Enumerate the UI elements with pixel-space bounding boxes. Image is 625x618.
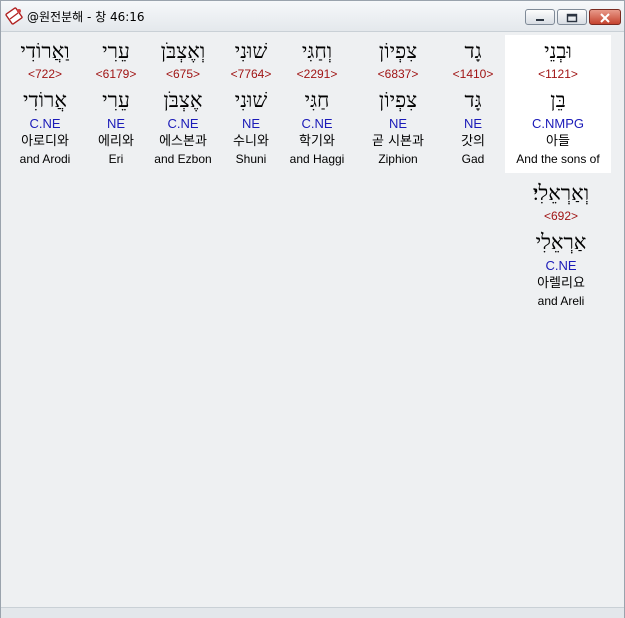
strong-number-link[interactable]: <6179> [85, 66, 147, 82]
hebrew-word: וּבְנֵי [544, 39, 572, 63]
strong-number-link[interactable]: <675> [147, 66, 219, 82]
english-gloss: and Haggi [289, 152, 345, 166]
morphology-code: C.NE [301, 116, 333, 131]
hebrew-lemma: אַרְאֵלִי [535, 230, 587, 254]
word-column-0[interactable]: וּבְנֵי <1121> בֵּן C.NMPG 아들 And the so… [505, 35, 611, 173]
minimize-button[interactable] [525, 9, 555, 25]
hebrew-lemma: עֵרִי [102, 88, 130, 112]
word-column-4[interactable]: שׁוּנִי <7764> שׁוּנִי NE 수니와 Shuni [221, 35, 281, 173]
window-bottom-border [1, 607, 624, 618]
close-icon [600, 13, 610, 23]
english-gloss: And the sons of [516, 152, 600, 166]
maximize-button[interactable] [557, 9, 587, 25]
bible-book-icon [5, 7, 23, 25]
app-window: @원전분해 - 창 46:16 וּבְנֵי <1121> בֵּן C.NM… [0, 0, 625, 618]
korean-gloss: 에리와 [98, 134, 134, 149]
morphology-code: C.NMPG [532, 116, 584, 131]
korean-gloss: 아렐리요 [537, 276, 585, 291]
english-gloss: and Areli [537, 294, 585, 308]
strong-number-link[interactable]: <722> [7, 66, 83, 82]
word-column-1[interactable]: גָד <1410> גָּד NE 갓의 Gad [437, 35, 509, 173]
strong-number-link[interactable]: <2291> [282, 66, 352, 82]
strong-number-link[interactable]: <1121> [505, 66, 611, 82]
close-button[interactable] [589, 9, 621, 25]
morphology-code: NE [106, 116, 126, 131]
korean-gloss: 아들 [546, 134, 570, 149]
word-column-3[interactable]: וְחַגִּי <2291> חַגִּי C.NE 학기와 and Hagg… [282, 35, 352, 173]
hebrew-lemma: צִפְיוֹן [378, 88, 418, 112]
word-column-2[interactable]: צִפְיוֹן <6837> צִפְיוֹן NE 곧 시뵨과 Ziphio… [357, 35, 439, 173]
word-column-8[interactable]: וְאַרְאֵלִי׃ <692> אַרְאֵלִי C.NE 아렐리요 a… [513, 177, 609, 309]
morphology-code: C.NE [29, 116, 61, 131]
morphology-code: NE [241, 116, 261, 131]
word-column-7[interactable]: וַאֲרוֹדִי <722> אֲרוֹדִי C.NE 아로디와 and … [7, 35, 83, 173]
strong-number-link[interactable]: <7764> [221, 66, 281, 82]
hebrew-lemma: אֶצְבֹּן [163, 88, 203, 112]
korean-gloss: 학기와 [299, 134, 335, 149]
morphology-code: C.NE [545, 258, 577, 273]
morphology-code: NE [388, 116, 408, 131]
hebrew-lemma: חַגִּי [304, 88, 330, 112]
strong-number-link[interactable]: <1410> [437, 66, 509, 82]
hebrew-word: וַאֲרוֹדִי [20, 39, 70, 63]
hebrew-word: עֵרִי [102, 39, 130, 63]
english-gloss: Shuni [235, 152, 267, 166]
interlinear-panel: וּבְנֵי <1121> בֵּן C.NMPG 아들 And the so… [5, 32, 620, 607]
english-gloss: Gad [461, 152, 485, 166]
english-gloss: Eri [108, 152, 124, 166]
morphology-code: NE [463, 116, 483, 131]
word-column-5[interactable]: וְאֶצְבֹּן <675> אֶצְבֹּן C.NE 에스본과 and … [147, 35, 219, 173]
word-column-6[interactable]: עֵרִי <6179> עֵרִי NE 에리와 Eri [85, 35, 147, 173]
hebrew-lemma: גָּד [464, 88, 482, 112]
hebrew-word: וְאֶצְבֹּן [160, 39, 206, 63]
korean-gloss: 곧 시뵨과 [372, 134, 424, 149]
maximize-icon [566, 13, 578, 23]
morphology-code: C.NE [167, 116, 199, 131]
hebrew-word: גָד [464, 39, 482, 63]
hebrew-lemma: בֵּן [550, 88, 566, 112]
window-title: @원전분해 - 창 46:16 [27, 10, 145, 24]
hebrew-lemma: שׁוּנִי [234, 88, 268, 112]
title-bar[interactable]: @원전분해 - 창 46:16 [1, 1, 624, 32]
strong-number-link[interactable]: <692> [513, 208, 609, 224]
hebrew-word: שׁוּנִי [234, 39, 268, 63]
korean-gloss: 수니와 [233, 134, 269, 149]
hebrew-word: וְאַרְאֵלִי׃ [532, 181, 590, 205]
english-gloss: and Arodi [19, 152, 71, 166]
hebrew-word: וְחַגִּי [301, 39, 333, 63]
hebrew-lemma: אֲרוֹדִי [23, 88, 67, 112]
strong-number-link[interactable]: <6837> [357, 66, 439, 82]
english-gloss: Ziphion [378, 152, 418, 166]
hebrew-word: צִפְיוֹן [378, 39, 418, 63]
korean-gloss: 갓의 [461, 134, 485, 149]
english-gloss: and Ezbon [154, 152, 212, 166]
minimize-icon [536, 19, 544, 21]
korean-gloss: 에스본과 [159, 134, 207, 149]
korean-gloss: 아로디와 [21, 134, 69, 149]
